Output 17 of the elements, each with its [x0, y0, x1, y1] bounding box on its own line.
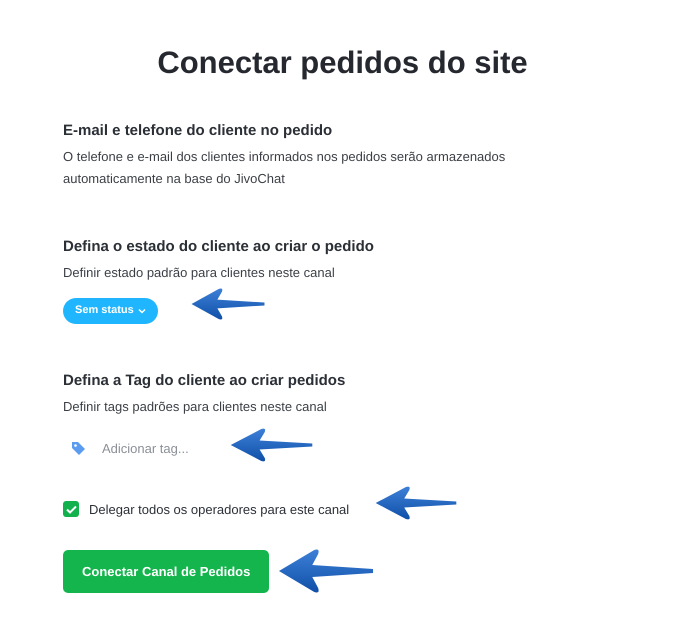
chevron-down-icon — [138, 308, 146, 314]
section-heading: Defina a Tag do cliente ao criar pedidos — [63, 370, 346, 390]
arrow-icon — [229, 426, 314, 464]
checkbox[interactable] — [63, 501, 79, 518]
section-heading: Defina o estado do cliente ao criar o pedido — [63, 236, 375, 256]
arrow-icon — [374, 484, 458, 522]
page-title: Conectar pedidos do site — [156, 44, 529, 82]
arrow-icon — [190, 286, 266, 322]
section-description: Definir tags padrões para clientes neste canal — [63, 398, 328, 416]
checkbox-label: Delegar todos os operadores para este canal — [89, 500, 350, 519]
tag-icon — [71, 441, 86, 456]
tag-input-field[interactable]: Adicionar tag... — [102, 438, 212, 458]
status-dropdown[interactable]: Sem status — [63, 298, 158, 324]
section-description: Definir estado padrão para clientes neste canal — [63, 264, 336, 282]
section-description: O telefone e e-mail dos clientes informados nos pedidos serão armazenados automaticamente na base do JivoChat — [63, 148, 506, 188]
section-heading: E-mail e telefone do cliente no pedido — [63, 120, 334, 140]
connect-button[interactable]: Conectar Canal de Pedidos — [63, 550, 270, 593]
